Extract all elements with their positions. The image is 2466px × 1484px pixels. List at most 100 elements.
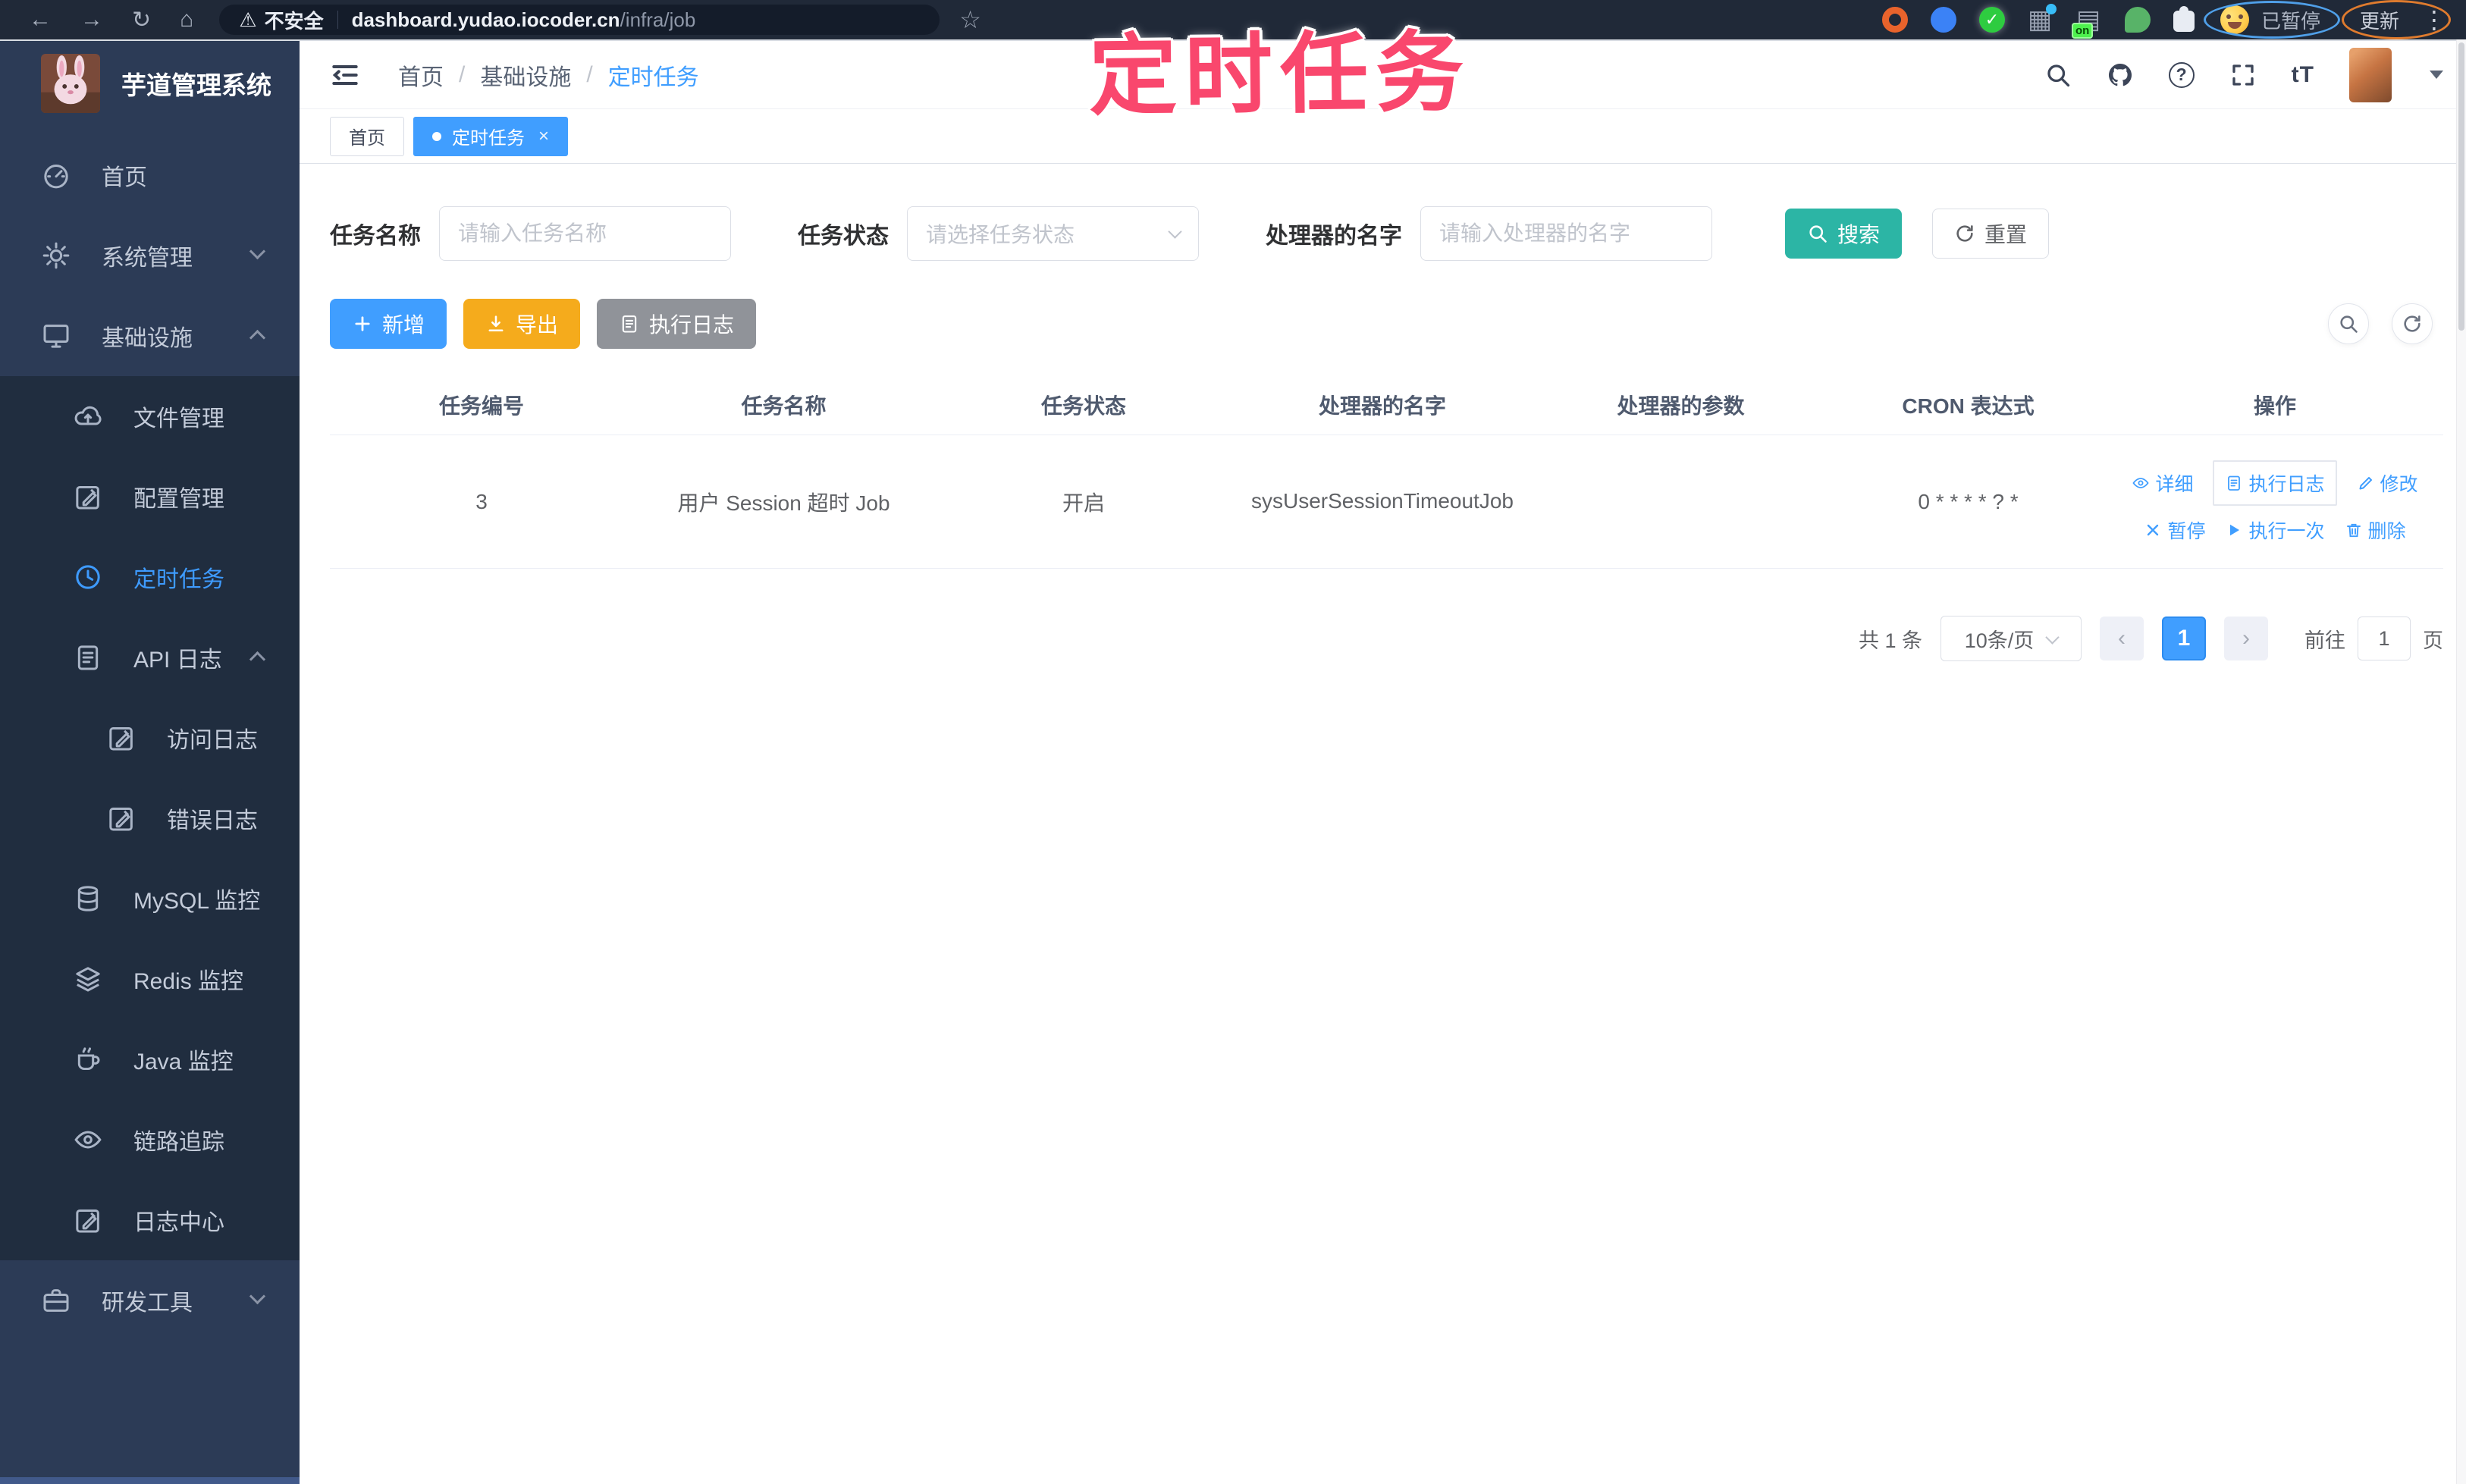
sidebar-item-scheduled-tasks[interactable]: 定时任务 — [0, 537, 300, 617]
table-toolbar: 新增 导出 执行日志 — [330, 299, 2443, 349]
extension-leaf-icon[interactable] — [2124, 7, 2151, 33]
sidebar-item-java-monitor[interactable]: Java 监控 — [0, 1019, 300, 1100]
browser-back-icon[interactable]: ← — [29, 7, 52, 33]
tab-close-icon[interactable]: × — [538, 126, 549, 147]
sidebar-item-error-logs[interactable]: 错误日志 — [0, 778, 300, 858]
sidebar-item-trace[interactable]: 链路追踪 — [0, 1100, 300, 1180]
address-bar[interactable]: ⚠ 不安全 dashboard.yudao.iocoder.cn /infra/… — [219, 5, 940, 35]
goto-page-input[interactable] — [2358, 617, 2411, 660]
sidebar-item-api-logs[interactable]: API 日志 — [0, 617, 300, 698]
page-unit-label: 页 — [2423, 629, 2443, 652]
sidebar-item-label: 错误日志 — [167, 808, 258, 833]
eye-icon — [2133, 477, 2149, 488]
sidebar-item-home[interactable]: 首页 — [0, 135, 300, 215]
toggle-search-button[interactable] — [2328, 303, 2369, 344]
execution-log-button[interactable]: 执行日志 — [597, 299, 757, 349]
log-doc-icon — [622, 315, 637, 333]
search-icon[interactable] — [2044, 61, 2072, 89]
action-label: 执行一次 — [2248, 520, 2325, 542]
browser-home-icon[interactable]: ⌂ — [180, 7, 193, 33]
next-page-button[interactable]: › — [2224, 617, 2268, 660]
user-avatar[interactable] — [2349, 47, 2392, 102]
breadcrumb-infrastructure[interactable]: 基础设施 — [480, 58, 571, 92]
sidebar-item-file-management[interactable]: 文件管理 — [0, 376, 300, 456]
search-button[interactable]: 搜索 — [1785, 209, 1903, 259]
tab-home[interactable]: 首页 — [330, 116, 404, 156]
extension-emoji-avatar[interactable] — [2220, 5, 2249, 34]
sidebar-item-config-management[interactable]: 配置管理 — [0, 456, 300, 537]
export-button[interactable]: 导出 — [463, 299, 581, 349]
tab-scheduled-tasks[interactable]: 定时任务 × — [413, 116, 569, 156]
sidebar-collapse-icon[interactable] — [328, 58, 362, 92]
extension-grid-icon[interactable]: ▦ — [2028, 4, 2057, 33]
breadcrumb-current: 定时任务 — [607, 64, 699, 90]
breadcrumb-home[interactable]: 首页 — [398, 58, 444, 92]
edit-square-icon — [76, 486, 99, 510]
help-icon[interactable]: ? — [2168, 61, 2195, 88]
browser-forward-icon[interactable]: → — [80, 7, 103, 33]
extension-orange-icon[interactable] — [1881, 7, 1908, 33]
bookmark-star-icon[interactable]: ☆ — [959, 5, 981, 34]
gauge-icon — [44, 165, 68, 189]
extension-on-badge: on — [2071, 23, 2094, 39]
sidebar-menu: 首页 系统管理 基础设施 文件管理 配置管理 定时任务 API 日志 访问日志 … — [0, 135, 300, 1341]
column-header: 操作 — [2253, 394, 2296, 418]
extension-green-check-icon[interactable]: ✓ — [1978, 7, 2005, 33]
avatar-dropdown-caret-icon[interactable] — [2430, 71, 2443, 79]
current-page-button[interactable]: 1 — [2162, 617, 2206, 660]
refresh-icon — [1956, 225, 1973, 242]
breadcrumb-separator: / — [459, 61, 466, 87]
task-status-select[interactable]: 请选择任务状态 — [907, 206, 1199, 261]
coffee-icon — [77, 1047, 100, 1070]
scrollbar-thumb[interactable] — [2458, 42, 2464, 331]
reset-button[interactable]: 重置 — [1932, 209, 2050, 259]
github-icon[interactable] — [2107, 61, 2134, 89]
extension-paused-label: 已暂停 — [2260, 9, 2320, 33]
sidebar-item-access-logs[interactable]: 访问日志 — [0, 698, 300, 778]
task-name-label: 任务名称 — [330, 224, 421, 249]
action-execution-log-link[interactable]: 执行日志 — [2213, 460, 2337, 506]
browser-menu-icon[interactable]: ⋮ — [2422, 5, 2446, 34]
sidebar-item-infrastructure[interactable]: 基础设施 — [0, 296, 300, 376]
extension-blue-icon[interactable] — [1930, 7, 1956, 33]
font-size-icon[interactable]: tT — [2292, 62, 2314, 88]
add-button-label: 新增 — [382, 313, 425, 337]
action-detail-link[interactable]: 详细 — [2132, 469, 2193, 497]
page-size-select[interactable]: 10条/页 — [1940, 616, 2082, 661]
sidebar-item-label: Java 监控 — [133, 1049, 234, 1075]
task-name-input[interactable] — [439, 206, 731, 261]
sidebar-item-dev-tools[interactable]: 研发工具 — [0, 1260, 300, 1341]
handler-name-input[interactable] — [1420, 206, 1712, 261]
extensions-puzzle-icon[interactable] — [2173, 5, 2195, 32]
log-doc-icon — [2228, 475, 2241, 491]
action-edit-link[interactable]: 修改 — [2357, 469, 2418, 497]
execution-log-button-label: 执行日志 — [649, 313, 735, 337]
sidebar-item-mysql-monitor[interactable]: MySQL 监控 — [0, 858, 300, 939]
sidebar-item-label: 系统管理 — [102, 246, 193, 271]
sidebar-item-redis-monitor[interactable]: Redis 监控 — [0, 939, 300, 1019]
browser-refresh-icon[interactable]: ↻ — [132, 7, 151, 33]
action-run-once-link[interactable]: 执行一次 — [2225, 516, 2325, 544]
action-pause-link[interactable]: 暂停 — [2144, 516, 2205, 544]
browser-chrome-bar: ← → ↻ ⌂ ⚠ 不安全 dashboard.yudao.iocoder.cn… — [0, 0, 2466, 39]
extension-list-icon[interactable]: ▤ on — [2071, 7, 2102, 39]
sidebar-item-label: 访问日志 — [167, 728, 258, 753]
prev-page-button[interactable]: ‹ — [2100, 617, 2144, 660]
gear-icon — [42, 242, 70, 269]
chevron-down-icon — [249, 243, 266, 260]
sidebar-item-system-management[interactable]: 系统管理 — [0, 215, 300, 296]
fullscreen-icon[interactable] — [2229, 61, 2257, 89]
refresh-table-button[interactable] — [2392, 303, 2433, 344]
action-delete-link[interactable]: 删除 — [2345, 516, 2406, 544]
sidebar-logo-row[interactable]: 芋道管理系统 — [0, 41, 300, 126]
tab-label: 定时任务 — [452, 128, 525, 149]
sidebar-item-log-center[interactable]: 日志中心 — [0, 1180, 300, 1260]
browser-update-button[interactable]: 更新 — [2360, 6, 2399, 34]
sidebar-item-label: 基础设施 — [102, 326, 193, 351]
add-button[interactable]: 新增 — [330, 299, 447, 349]
layers-icon — [76, 967, 100, 992]
window-scrollbar[interactable] — [2456, 39, 2466, 1484]
sidebar-bottom-strip — [0, 1477, 300, 1484]
pagination: 共 1 条 10条/页 ‹ 1 › 前往 页 — [330, 616, 2443, 661]
action-label: 暂停 — [2167, 520, 2206, 542]
